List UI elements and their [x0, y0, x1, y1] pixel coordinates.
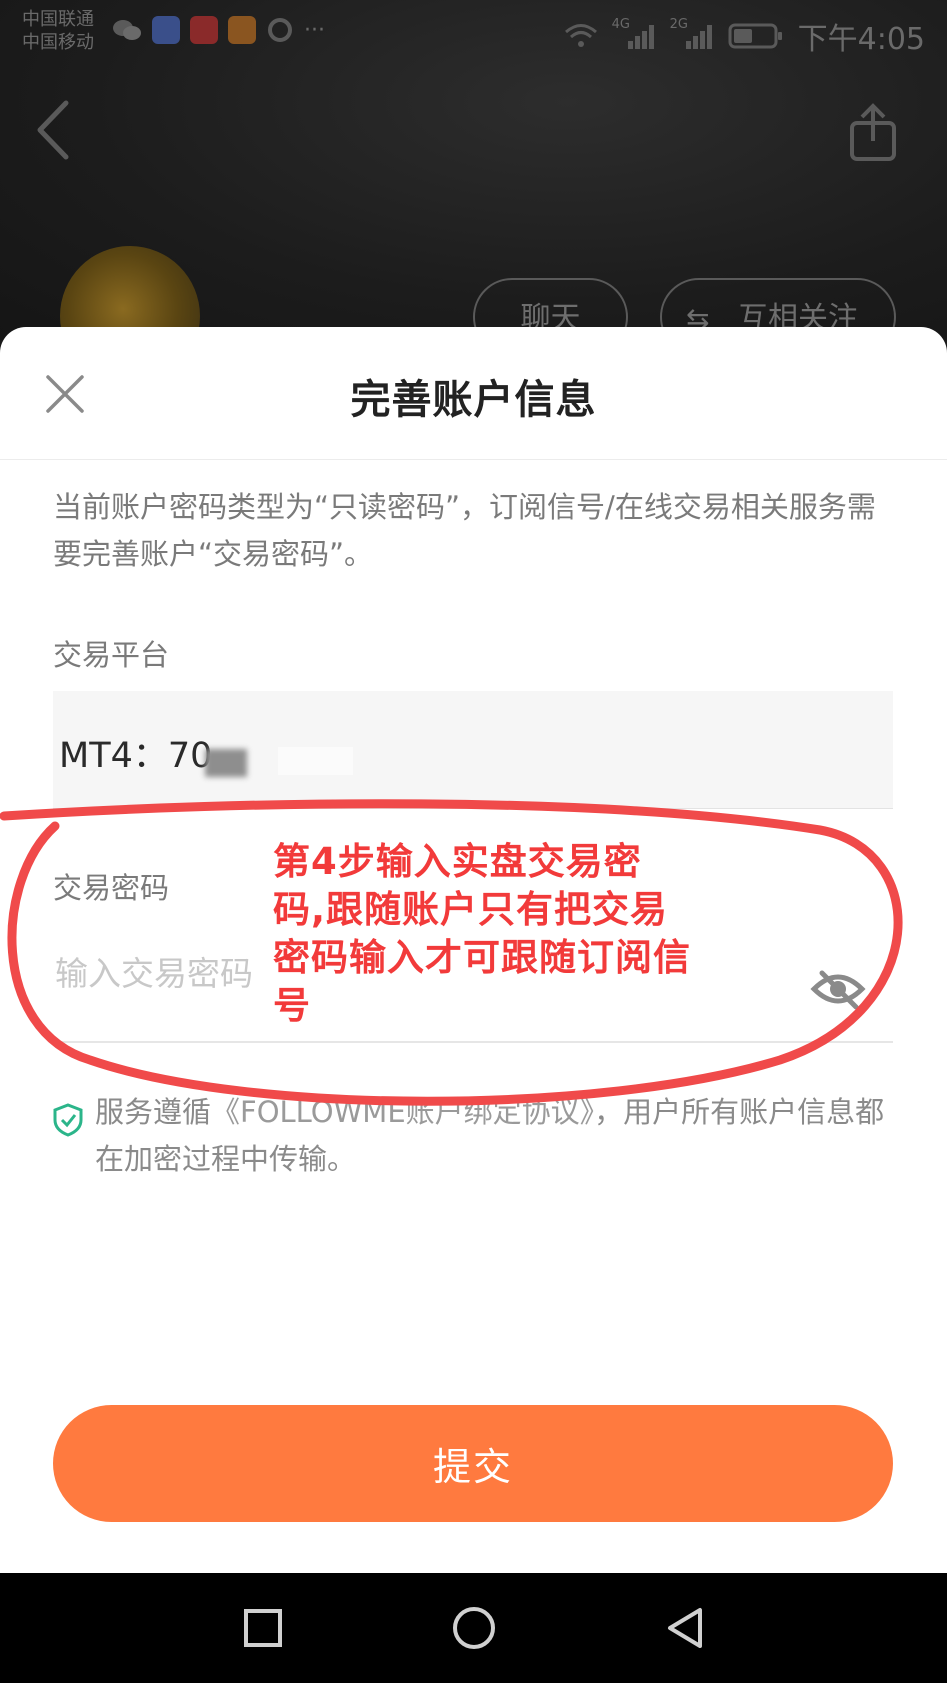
settings-app-icon — [268, 18, 292, 42]
carrier-2: 中国移动 — [22, 32, 94, 53]
reader-app-icon — [190, 16, 218, 44]
android-nav-bar — [0, 1573, 947, 1683]
home-icon[interactable] — [449, 1603, 499, 1653]
notice-text: 当前账户密码类型为“只读密码”，订阅信号/在线交易相关服务需要完善账户“交易密码… — [53, 490, 876, 571]
carrier-1: 中国联通 — [22, 9, 94, 30]
network-2-label: 2G — [669, 17, 688, 32]
recent-apps-icon[interactable] — [238, 1603, 288, 1653]
music-app-icon — [152, 16, 180, 44]
password-underline — [53, 1041, 893, 1043]
submit-button[interactable]: 提交 — [53, 1405, 893, 1522]
platform-field: MT4：70 — [53, 691, 893, 809]
notification-icons: ··· — [112, 16, 325, 44]
signal-1: 4G — [612, 17, 656, 51]
signal-2: 2G — [670, 17, 714, 51]
share-icon[interactable] — [848, 103, 898, 163]
battery-icon — [728, 23, 782, 49]
title-divider — [0, 459, 947, 460]
shield-check-icon — [53, 1103, 83, 1137]
video-app-icon — [228, 16, 256, 44]
agreement-text: 服务遵循《FOLLOWME账户绑定协议》，用户所有账户信息都在加密过程中传输。 — [95, 1089, 905, 1183]
network-1-label: 4G — [611, 17, 630, 32]
carrier-info: 中国联通 中国移动 — [22, 8, 94, 54]
sheet-title: 完善账户信息 — [350, 377, 597, 423]
redacted-mark — [205, 749, 247, 777]
redacted-mark-2 — [278, 747, 353, 775]
agreement-prefix: 服务遵循 — [95, 1095, 212, 1129]
back-arrow-icon[interactable] — [30, 95, 80, 165]
agreement-link[interactable]: 《FOLLOWME账户绑定协议》 — [211, 1095, 594, 1129]
more-notifications-icon: ··· — [304, 17, 325, 43]
annotation-text: 第4步输入实盘交易密码,跟随账户只有把交易密码输入才可跟随订阅信号 — [273, 840, 691, 1027]
clock: 下午4:05 — [797, 22, 925, 57]
status-right: 4G 2G 下午4:05 — [564, 14, 925, 58]
platform-value: MT4：70 — [59, 736, 213, 776]
wechat-icon — [113, 20, 141, 40]
eye-hidden-icon[interactable] — [810, 967, 866, 1011]
back-triangle-icon[interactable] — [660, 1603, 710, 1653]
status-bar: 中国联通 中国移动 ··· 4G 2G 下午4:05 — [0, 0, 947, 66]
password-label: 交易密码 — [53, 871, 170, 905]
wifi-icon — [564, 24, 597, 47]
platform-label: 交易平台 — [53, 638, 170, 672]
